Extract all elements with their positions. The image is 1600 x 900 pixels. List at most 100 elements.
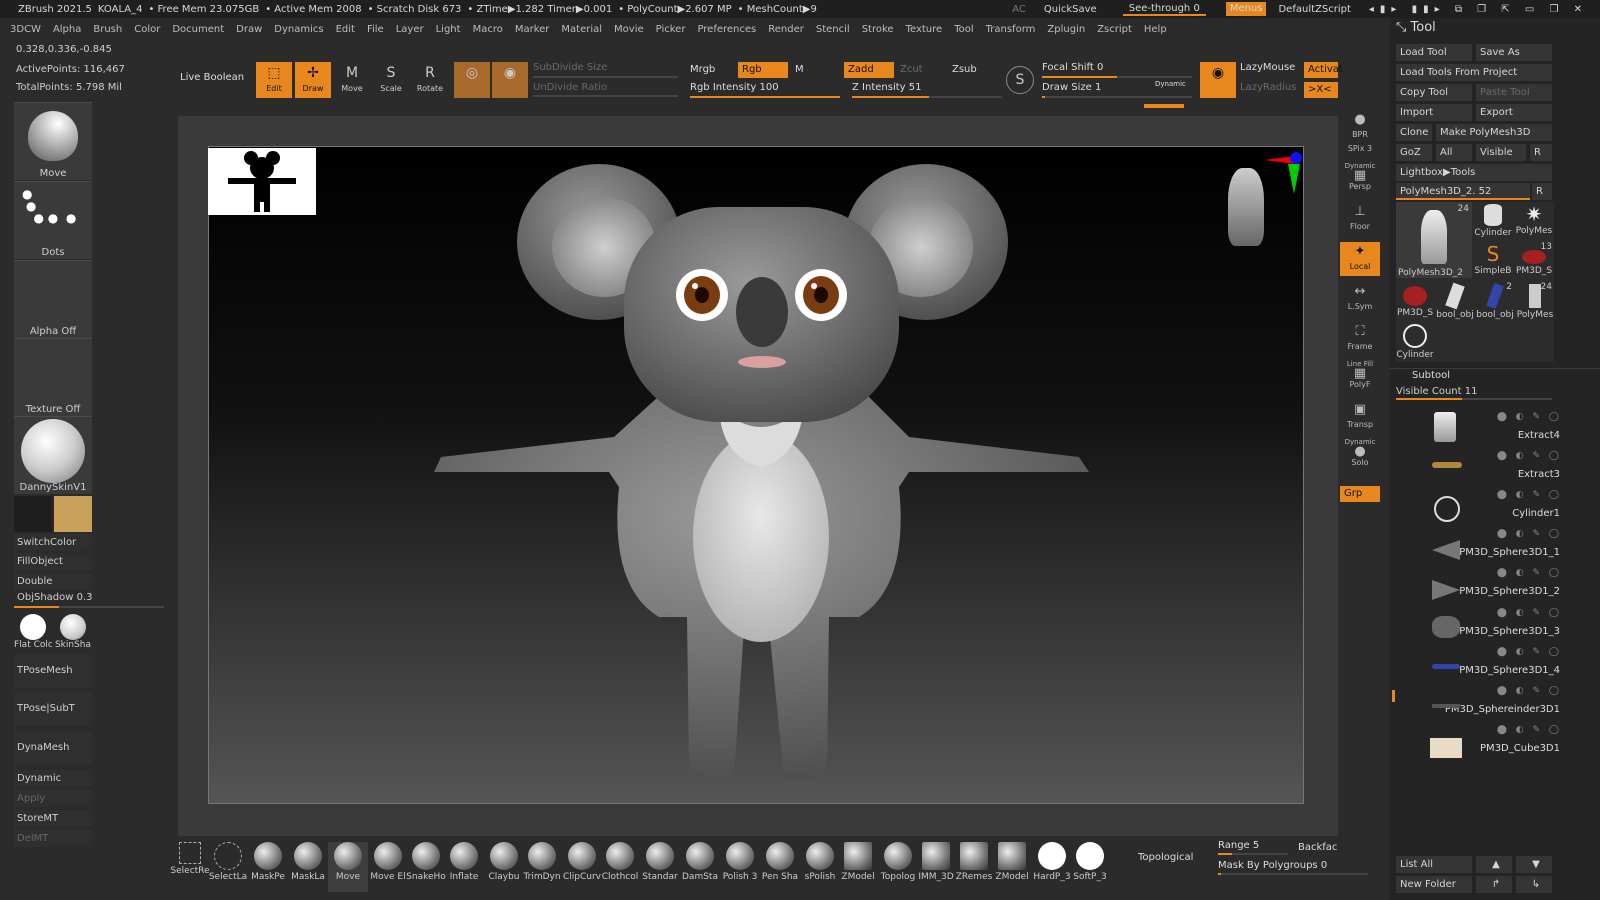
brush-clipcurve[interactable]: ClipCurv	[562, 842, 602, 892]
window-controls-icon[interactable]: ◂▮▸ ▮▮▸ ⧉ ❐ ⇱ ▭ ❐ ✕	[1363, 4, 1594, 15]
tool-thumb-polymesh-star[interactable]: ✷ PolyMes	[1514, 202, 1554, 240]
subtool-visibility-icons[interactable]: ⬤ ◐ ✎ ◯	[1497, 451, 1562, 461]
local-button[interactable]: ✦ Local	[1340, 242, 1380, 276]
brush-move-elastic[interactable]: Move El	[368, 842, 408, 892]
dynamic-size-button[interactable]: Dynamic	[1155, 80, 1186, 88]
xc-button[interactable]: >X<	[1304, 82, 1338, 98]
subtool-scroll-indicator[interactable]	[1392, 690, 1395, 702]
zadd-button[interactable]: Zadd	[844, 62, 894, 78]
current-tool-slider[interactable]: PolyMesh3D_2. 52	[1396, 183, 1530, 200]
quicksave-button[interactable]: QuickSave	[1038, 4, 1103, 15]
tool-thumb-bool-obj-2[interactable]: 2 bool_obj	[1476, 282, 1514, 320]
tool-thumb-cylinder-2[interactable]: Cylinder	[1396, 322, 1434, 360]
subtool-visibility-icons[interactable]: ⬤ ◐ ✎ ◯	[1497, 686, 1562, 696]
lazymouse-button[interactable]: LazyMouse	[1240, 62, 1295, 73]
stroke-selector[interactable]: ● ● ● ● ● Dots	[14, 181, 92, 259]
brush-masklasso[interactable]: MaskLa	[288, 842, 328, 892]
make-polymesh-button[interactable]: Make PolyMesh3D	[1436, 124, 1552, 141]
see-through-slider[interactable]: See-through 0	[1122, 3, 1206, 16]
menu-zplugin[interactable]: Zplugin	[1047, 24, 1085, 35]
subtool-visibility-icons[interactable]: ⬤ ◐ ✎ ◯	[1497, 647, 1562, 657]
tool-thumb-polymesh-koala[interactable]: 24 PolyMes	[1516, 282, 1554, 320]
menu-draw[interactable]: Draw	[236, 24, 262, 35]
clone-button[interactable]: Clone	[1396, 124, 1432, 141]
menu-layer[interactable]: Layer	[396, 24, 424, 35]
brush-snakehook[interactable]: SnakeHo	[406, 842, 446, 892]
menu-3dcw[interactable]: 3DCW	[10, 24, 41, 35]
folder-action-button[interactable]: ↱	[1476, 876, 1512, 893]
move-button[interactable]: M Move	[334, 62, 370, 98]
topological-button[interactable]: Topological	[1138, 852, 1193, 863]
visible-count-slider[interactable]: Visible Count 11	[1396, 386, 1552, 400]
mask-by-polygroups-slider[interactable]: Mask By Polygroups 0	[1218, 860, 1327, 871]
load-tool-button[interactable]: Load Tool	[1396, 44, 1472, 61]
zsub-button[interactable]: Zsub	[952, 64, 977, 75]
move-up-button[interactable]: ▲	[1476, 856, 1512, 873]
tool-title[interactable]: ⤡ Tool	[1396, 20, 1436, 35]
apply-button[interactable]: Apply	[14, 790, 92, 807]
menu-color[interactable]: Color	[134, 24, 160, 35]
paste-tool-button[interactable]: Paste Tool	[1476, 84, 1552, 101]
menus-toggle[interactable]: Menus	[1225, 2, 1267, 16]
brush-clothcollide[interactable]: Clothcol	[600, 842, 640, 892]
lazyradius-slider[interactable]: LazyRadius	[1240, 82, 1296, 93]
tpose-subt-button[interactable]: TPose|SubT	[14, 692, 92, 726]
goz-r-button[interactable]: R	[1530, 144, 1552, 161]
subtool-row-sphereinder[interactable]: ⬤ ◐ ✎ ◯ PM3D_Sphereinder3D1	[1410, 680, 1570, 718]
goz-button[interactable]: GoZ	[1396, 144, 1432, 161]
persp-button[interactable]: Dynamic ▦ Persp	[1340, 162, 1380, 196]
menu-marker[interactable]: Marker	[515, 24, 550, 35]
brush-standard[interactable]: Standar	[640, 842, 680, 892]
objshadow-slider[interactable]: ObjShadow 0.3	[14, 592, 164, 608]
bpr-button[interactable]: ● BPR	[1340, 110, 1380, 144]
import-button[interactable]: Import	[1396, 104, 1472, 121]
navigator-thumbnail[interactable]	[208, 148, 316, 215]
transp-button[interactable]: ▣ Transp	[1340, 400, 1380, 434]
secondary-color-swatch[interactable]	[14, 496, 52, 532]
menu-macro[interactable]: Macro	[473, 24, 503, 35]
current-tool-r-button[interactable]: R	[1532, 183, 1552, 200]
tpose-mesh-button[interactable]: TPoseMesh	[14, 654, 92, 688]
gizmo-button[interactable]: ◉	[492, 62, 528, 98]
menu-tool[interactable]: Tool	[954, 24, 973, 35]
menu-dynamics[interactable]: Dynamics	[274, 24, 323, 35]
menu-render[interactable]: Render	[768, 24, 804, 35]
dynamesh-button[interactable]: DynaMesh	[14, 731, 92, 765]
range-slider[interactable]: Range 5	[1218, 840, 1259, 851]
goz-all-button[interactable]: All	[1436, 144, 1472, 161]
folder-insert-button[interactable]: ↳	[1516, 876, 1552, 893]
zcut-button[interactable]: Zcut	[900, 64, 923, 75]
tool-thumb-pm3d-s-2[interactable]: PM3D_S	[1396, 282, 1434, 320]
frame-button[interactable]: ⛶ Frame	[1340, 322, 1380, 356]
subtool-title[interactable]: Subtool	[1412, 370, 1450, 381]
menu-light[interactable]: Light	[436, 24, 461, 35]
subtool-visibility-icons[interactable]: ⬤ ◐ ✎ ◯	[1497, 608, 1562, 618]
brush-zmodeler-2[interactable]: ZModel	[992, 842, 1032, 892]
sym-toggle[interactable]: S	[1006, 66, 1034, 94]
floor-button[interactable]: ⊥ Floor	[1340, 202, 1380, 236]
brush-spolish[interactable]: sPolish	[800, 842, 840, 892]
lsym-button[interactable]: ↔ L.Sym	[1340, 282, 1380, 316]
scale-button[interactable]: S Scale	[373, 62, 409, 98]
brush-polish[interactable]: Polish 3	[720, 842, 760, 892]
backface-button[interactable]: Backfac	[1298, 842, 1337, 853]
menu-stencil[interactable]: Stencil	[816, 24, 850, 35]
subtool-visibility-icons[interactable]: ⬤ ◐ ✎ ◯	[1497, 568, 1562, 578]
subtool-visibility-icons[interactable]: ⬤ ◐ ✎ ◯	[1497, 529, 1562, 539]
brush-zmodeler-1[interactable]: ZModel	[838, 842, 878, 892]
list-all-button[interactable]: List All	[1396, 856, 1472, 873]
menu-edit[interactable]: Edit	[336, 24, 355, 35]
copy-tool-button[interactable]: Copy Tool	[1396, 84, 1472, 101]
polyf-button[interactable]: Line Fill ▦ PolyF	[1340, 360, 1380, 394]
sculptris-button[interactable]: ◎	[454, 62, 490, 98]
rgb-button[interactable]: Rgb	[738, 62, 788, 78]
brush-hardp[interactable]: HardP_3	[1032, 842, 1072, 892]
goz-visible-button[interactable]: Visible	[1476, 144, 1526, 161]
load-tools-from-project-button[interactable]: Load Tools From Project	[1396, 64, 1552, 81]
brush-claybuildup[interactable]: Claybu	[484, 842, 524, 892]
tool-thumb-cylinder[interactable]: Cylinder	[1474, 202, 1512, 240]
menu-picker[interactable]: Picker	[656, 24, 686, 35]
brush-trimdynamic[interactable]: TrimDyn	[522, 842, 562, 892]
mrgb-button[interactable]: Mrgb	[690, 64, 715, 75]
brush-inflate[interactable]: Inflate	[444, 842, 484, 892]
